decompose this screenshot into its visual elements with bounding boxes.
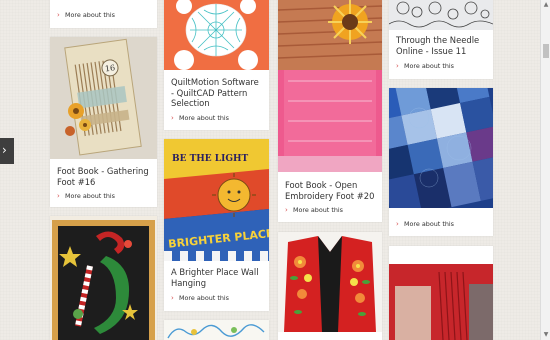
- previous-panel-tab[interactable]: ›: [0, 138, 14, 164]
- more-link[interactable]: › More about this: [57, 192, 115, 200]
- card-pillows[interactable]: [389, 246, 493, 340]
- more-link[interactable]: › More about this: [285, 206, 343, 214]
- more-link[interactable]: › More about this: [396, 62, 454, 70]
- chevron-right-icon: ›: [57, 192, 60, 200]
- gathering-foot-image[interactable]: 16: [50, 37, 157, 159]
- chevron-right-icon: ›: [396, 62, 399, 70]
- more-link[interactable]: › More about this: [57, 11, 115, 19]
- card-candy-cane-quilt[interactable]: [50, 216, 157, 340]
- card-through-the-needle[interactable]: Through the Needle Online - Issue 11 › Mo…: [389, 0, 493, 79]
- chevron-right-icon: ›: [396, 220, 399, 228]
- card-title[interactable]: A Brighter Place Wall Hanging: [171, 267, 263, 288]
- brighter-place-image[interactable]: BE THE LIGHT BRIGHTER PLACE: [164, 139, 269, 261]
- chevron-right-icon: ›: [57, 11, 60, 19]
- card-open-embroidery[interactable]: Foot Book - Open Embroidery Foot #20 › Mo…: [278, 0, 382, 222]
- quilt-number-label: 16: [104, 63, 115, 73]
- blue-quilt-image[interactable]: [389, 88, 493, 208]
- more-link[interactable]: › More about this: [171, 114, 229, 122]
- card-brighter-place[interactable]: BE THE LIGHT BRIGHTER PLACE A Brighter P…: [164, 139, 269, 311]
- chevron-right-icon: ›: [171, 294, 174, 302]
- more-link[interactable]: › More about this: [396, 220, 454, 228]
- pinboard-page: › More about this 16 Foot Book - Gatheri…: [0, 0, 550, 340]
- card-title[interactable]: Foot Book - Gathering Foot #16: [57, 166, 151, 187]
- card-title[interactable]: QuiltMotion Software - QuiltCAD Pattern …: [171, 77, 263, 109]
- scroll-down-arrow-icon[interactable]: ▼: [541, 330, 550, 340]
- artwork-text-line1: BE THE LIGHT: [172, 154, 249, 164]
- card-column1-top[interactable]: › More about this: [50, 0, 157, 28]
- card-quiltmotion[interactable]: QuiltMotion Software - QuiltCAD Pattern …: [164, 0, 269, 130]
- red-jacket-image[interactable]: [278, 232, 382, 332]
- card-foot-book-gathering[interactable]: 16 Foot Book - Gathering Foot #16 › More …: [50, 37, 157, 207]
- more-link[interactable]: › More about this: [171, 294, 229, 302]
- chevron-right-icon: ›: [2, 143, 7, 157]
- chevron-right-icon: ›: [171, 114, 174, 122]
- through-the-needle-image[interactable]: [389, 0, 493, 30]
- card-title[interactable]: Foot Book - Open Embroidery Foot #20: [285, 180, 376, 201]
- pillows-image[interactable]: [389, 246, 493, 340]
- card-embroidery-design[interactable]: [164, 320, 269, 340]
- chevron-right-icon: ›: [285, 206, 288, 214]
- card-red-book-jacket[interactable]: [278, 232, 382, 340]
- card-title[interactable]: Through the Needle Online - Issue 11: [396, 35, 487, 56]
- scrollbar-thumb[interactable]: [543, 44, 549, 58]
- vertical-scrollbar[interactable]: ▲ ▼: [540, 0, 550, 340]
- card-blue-quilt[interactable]: › More about this: [389, 88, 493, 236]
- embroidery-design-image[interactable]: [164, 320, 269, 340]
- scroll-up-arrow-icon[interactable]: ▲: [541, 0, 550, 10]
- candy-cane-quilt-image[interactable]: [50, 216, 157, 340]
- quiltcad-pattern-image[interactable]: [164, 0, 269, 70]
- open-embroidery-image[interactable]: [278, 0, 382, 172]
